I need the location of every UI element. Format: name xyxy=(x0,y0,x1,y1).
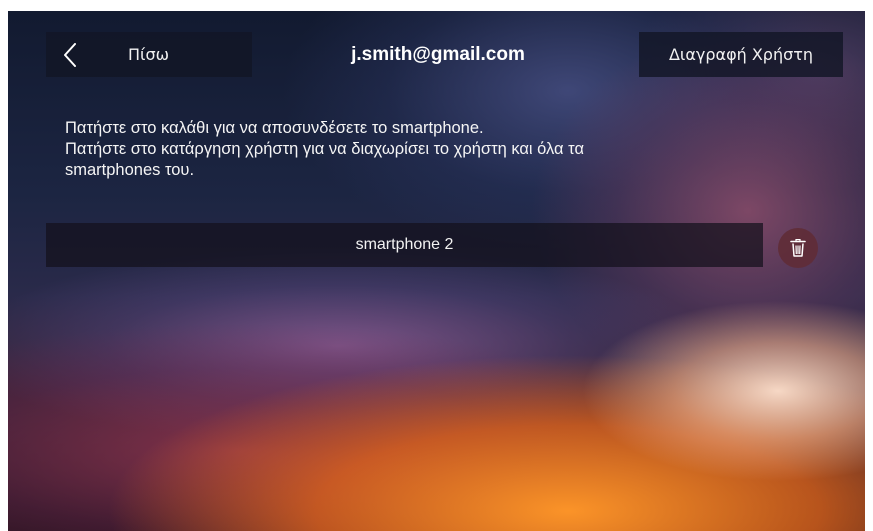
chevron-left-icon xyxy=(64,43,76,67)
instruction-line: smartphones του. xyxy=(65,161,195,179)
remove-smartphone-button[interactable] xyxy=(778,228,818,268)
back-label: Πίσω xyxy=(128,45,169,64)
back-button[interactable]: Πίσω xyxy=(46,32,252,77)
instructions-text: Πατήστε στο καλάθι για να αποσυνδέσετε τ… xyxy=(65,118,825,181)
page-title: j.smith@gmail.com xyxy=(351,44,525,65)
delete-user-button[interactable]: Διαγραφή Χρήστη xyxy=(639,32,843,77)
trash-icon xyxy=(790,239,806,257)
instruction-line: Πατήστε στο καλάθι για να αποσυνδέσετε τ… xyxy=(65,119,484,137)
screen: Πίσω j.smith@gmail.com Διαγραφή Χρήστη Π… xyxy=(8,11,865,531)
instruction-line: Πατήστε στο κατάργηση χρήστη για να διαχ… xyxy=(65,140,584,158)
device-row-smartphone-2: smartphone 2 xyxy=(46,223,763,267)
